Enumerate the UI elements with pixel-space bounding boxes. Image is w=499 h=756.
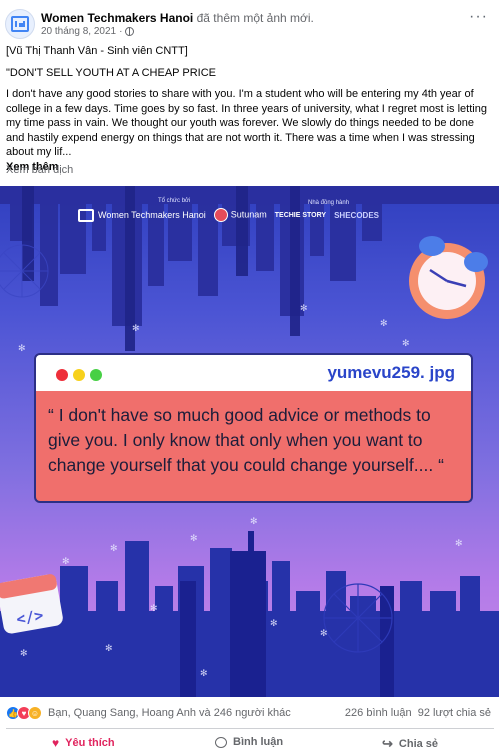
organized-by-label: Tổ chức bởi (158, 198, 191, 204)
comment-button-label: Bình luận (233, 736, 284, 748)
comment-button[interactable]: Bình luận (215, 736, 283, 748)
heart-icon: ♥ (52, 736, 60, 750)
svg-text:✻: ✻ (110, 544, 118, 554)
page-name-link[interactable]: Women Techmakers Hanoi (41, 11, 193, 25)
more-options-icon[interactable]: ··· (469, 9, 488, 25)
shares-count[interactable]: 92 lượt chia sẻ (418, 707, 491, 719)
comments-count[interactable]: 226 bình luận (345, 707, 412, 719)
maximize-dot-icon (90, 369, 102, 381)
post-meta: 20 tháng 8, 2021 · (41, 26, 135, 37)
see-translation-link[interactable]: Xem bản dịch (6, 164, 73, 176)
meta-separator: · (119, 26, 123, 37)
post-text-line: [Vũ Thị Thanh Vân - Sinh viên CNTT] (6, 45, 188, 57)
sponsor-shecodes: SHECODES (334, 210, 379, 220)
share-icon: ↪ (382, 736, 393, 751)
svg-text:✻: ✻ (320, 629, 328, 639)
svg-text:✻: ✻ (270, 619, 278, 629)
organizer-brand: Sutunam (213, 208, 267, 222)
quote-text: “ I don't have so much good advice or me… (48, 405, 444, 475)
alarm-clock-icon (409, 236, 488, 319)
svg-text:✻: ✻ (62, 557, 70, 567)
post-stats: 👍 ♥ ☺ Bạn, Quang Sang, Hoang Anh và 246 … (0, 697, 499, 727)
calendar-code-icon: </> (0, 574, 63, 634)
svg-text:✻: ✻ (402, 339, 410, 349)
quote-window: yumevu259. jpg “ I don't have so much go… (34, 353, 473, 503)
post-text-line: I don't have any good stories to share w… (6, 88, 487, 158)
post-timestamp[interactable]: 20 tháng 8, 2021 (41, 26, 116, 37)
reactors-summary[interactable]: Bạn, Quang Sang, Hoang Anh và 246 người … (48, 707, 291, 719)
post-action-text: đã thêm một ảnh mới. (196, 11, 314, 25)
post-text: [Vũ Thị Thanh Vân - Sinh viên CNTT] "DON… (6, 44, 494, 174)
wtm-logo-icon (11, 16, 29, 32)
svg-text:✻: ✻ (200, 669, 208, 679)
svg-text:✻: ✻ (190, 534, 198, 544)
love-button-label: Yêu thích (65, 737, 115, 749)
svg-text:✻: ✻ (105, 644, 113, 654)
divider (6, 728, 494, 729)
haha-reaction-icon: ☺ (28, 706, 42, 720)
svg-text:✻: ✻ (150, 604, 158, 614)
svg-text:✻: ✻ (132, 324, 140, 334)
love-button[interactable]: ♥ Yêu thích (52, 736, 115, 750)
svg-text:✻: ✻ (380, 319, 388, 329)
post-header-line: Women Techmakers Hanoi đã thêm một ảnh m… (41, 11, 314, 25)
quote-box: “ I don't have so much good advice or me… (34, 391, 473, 503)
post-header: Women Techmakers Hanoi đã thêm một ảnh m… (0, 0, 499, 42)
window-filename: yumevu259. jpg (327, 363, 455, 382)
svg-text:✻: ✻ (18, 344, 26, 354)
minimize-dot-icon (73, 369, 85, 381)
svg-text:✻: ✻ (300, 304, 308, 314)
page-avatar[interactable] (5, 9, 35, 39)
window-title-bar: yumevu259. jpg (34, 353, 473, 393)
close-dot-icon (56, 369, 68, 381)
share-button-label: Chia sẻ (398, 738, 439, 750)
post-actions: ♥ Yêu thích Bình luận ↪ Chia sẻ (0, 731, 499, 756)
sponsor-label: Nhà đồng hành (308, 200, 350, 206)
wtm-brand: Women Techmakers Hanoi (78, 208, 206, 222)
svg-text:✻: ✻ (20, 649, 28, 659)
post-image[interactable]: ✻ ✻ ✻ ✻ ✻ ✻ ✻ ✻ ✻ ✻ ✻ ✻ ✻ ✻ ✻ ✻ ✻ (0, 186, 499, 697)
globe-icon (125, 27, 135, 36)
comment-icon (215, 736, 227, 748)
svg-text:✻: ✻ (455, 539, 463, 549)
sponsor-bar: Women Techmakers Hanoi Tổ chức bởi Sutun… (78, 198, 379, 222)
svg-text:✻: ✻ (250, 517, 258, 527)
engagement-counts: 226 bình luận 92 lượt chia sẻ (345, 707, 491, 719)
share-button[interactable]: ↪ Chia sẻ (382, 736, 438, 752)
reaction-icons[interactable]: 👍 ♥ ☺ (6, 706, 42, 720)
post-text-line: "DON'T SELL YOUTH AT A CHEAP PRICE (6, 66, 216, 79)
sponsor-techie: TECHIE STORY (274, 211, 327, 219)
